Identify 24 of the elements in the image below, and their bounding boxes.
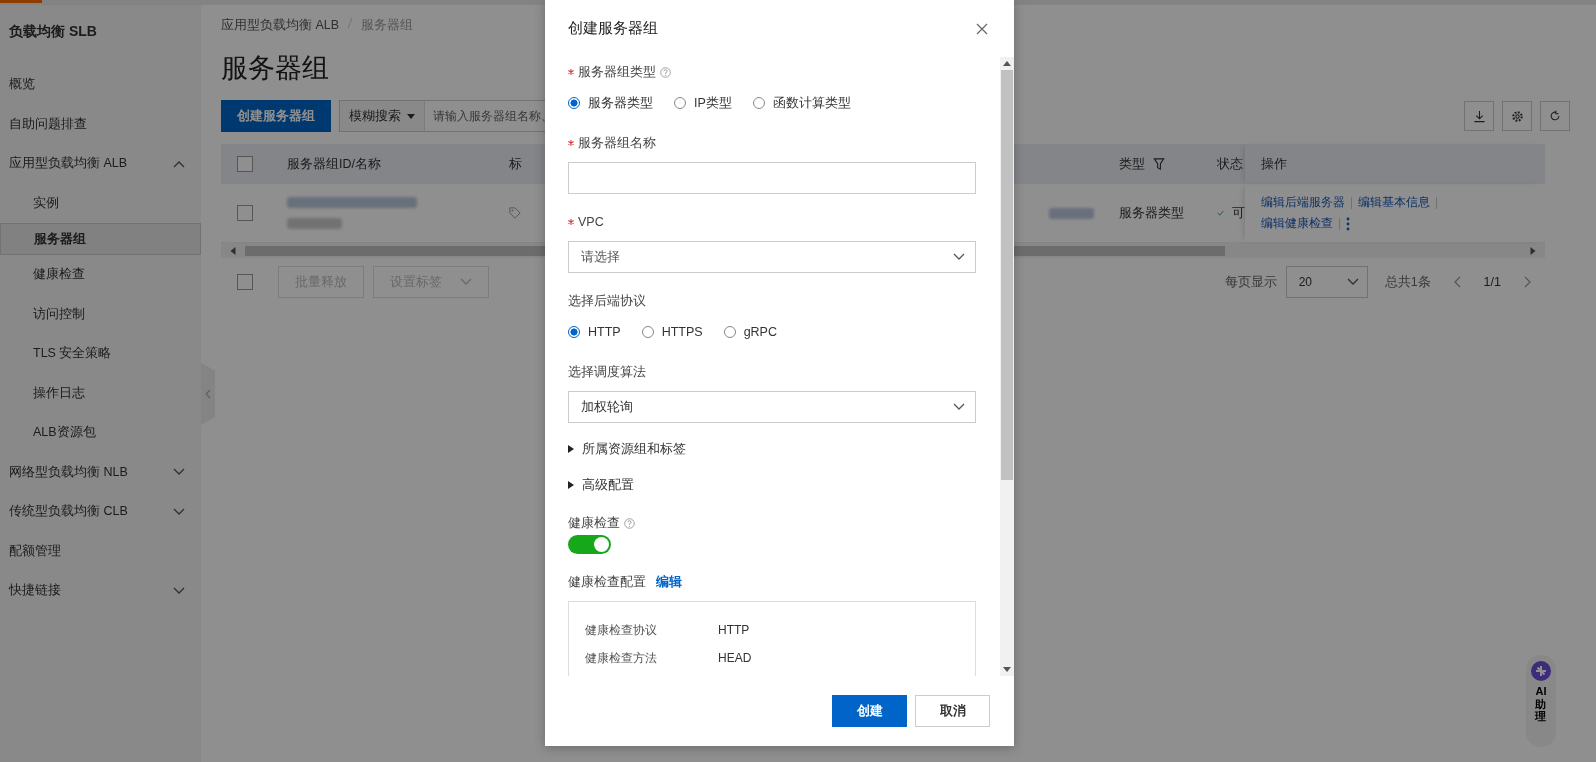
field-label: 服务器组名称 xyxy=(578,134,656,152)
field-label: VPC xyxy=(578,215,604,229)
field-label: 选择调度算法 xyxy=(568,363,646,381)
column-header: 操作 xyxy=(1245,144,1545,184)
summary-key: 健康检查方法 xyxy=(585,649,718,667)
table-cell-text: 服务器类型 xyxy=(1119,204,1185,222)
total-count: 总共1条 xyxy=(1384,273,1431,291)
page-size-label: 每页显示 xyxy=(1224,273,1277,291)
summary-value: HTTP xyxy=(718,623,750,637)
column-header: 服务器组ID/名称 xyxy=(287,155,382,173)
field-label: 健康检查配置 xyxy=(568,573,646,591)
summary-key: 健康检查协议 xyxy=(585,621,718,639)
page-indicator: 1/1 xyxy=(1483,275,1501,289)
dialog-title: 创建服务器组 xyxy=(568,19,658,38)
status-text: 可 xyxy=(1232,204,1245,222)
summary-value: HEAD xyxy=(718,651,752,665)
column-header: 类型 xyxy=(1119,155,1217,173)
column-header: 状态 xyxy=(1217,155,1244,173)
field-label: 选择后端协议 xyxy=(568,292,646,310)
column-header: 标 xyxy=(509,155,523,173)
page-title: 服务器组 xyxy=(221,52,329,85)
field-label: 服务器组类型 xyxy=(578,63,656,81)
field-label: 健康检查 xyxy=(568,514,620,532)
sidebar-title: 负载均衡 SLB xyxy=(8,22,98,41)
